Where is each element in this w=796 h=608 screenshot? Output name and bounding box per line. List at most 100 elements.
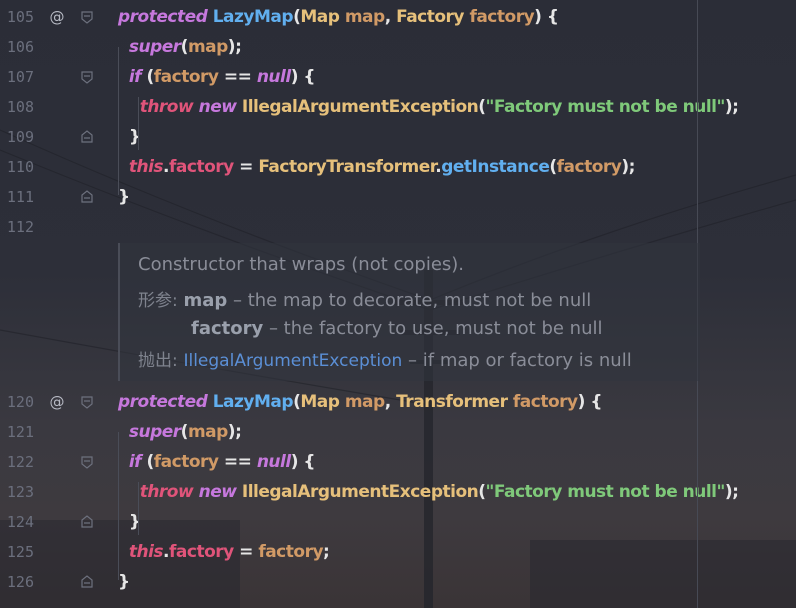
code-token: LazyMap bbox=[212, 392, 294, 412]
code-token: throw bbox=[139, 97, 194, 117]
code-token: ( bbox=[478, 482, 486, 502]
code-text[interactable]: super(map); bbox=[118, 417, 242, 447]
code-token: super bbox=[128, 422, 181, 442]
code-text[interactable]: } bbox=[118, 182, 130, 212]
code-line[interactable]: 108 throw new IllegalArgumentException("… bbox=[0, 92, 796, 122]
fold-close-icon[interactable] bbox=[80, 575, 94, 589]
code-token: ); bbox=[227, 37, 242, 57]
code-token: ; bbox=[323, 542, 330, 562]
line-number: 120 bbox=[6, 393, 34, 411]
code-text[interactable]: this.factory = factory; bbox=[118, 537, 330, 567]
code-line[interactable]: 121 super(map); bbox=[0, 417, 796, 447]
code-token: Map bbox=[300, 7, 340, 27]
line-number: 112 bbox=[6, 218, 34, 236]
code-token: factory bbox=[258, 542, 324, 562]
line-number: 108 bbox=[6, 98, 34, 116]
code-text[interactable]: throw new IllegalArgumentException("Fact… bbox=[118, 92, 739, 122]
fold-open-icon[interactable] bbox=[80, 455, 94, 469]
fold-close-icon[interactable] bbox=[80, 130, 94, 144]
code-line[interactable]: 107 if (factory == null) { bbox=[0, 62, 796, 92]
doc-param-row: factory – the factory to use, must not b… bbox=[191, 315, 602, 343]
code-text[interactable]: throw new IllegalArgumentException("Fact… bbox=[118, 477, 739, 507]
code-line[interactable]: 125 this.factory = factory; bbox=[0, 537, 796, 567]
doc-throws-link[interactable]: IllegalArgumentException bbox=[183, 351, 402, 371]
code-token: FactoryTransformer bbox=[258, 157, 436, 177]
doc-params-label: 形参: bbox=[138, 291, 178, 311]
code-token: factory bbox=[469, 7, 535, 27]
code-token: ) { bbox=[534, 7, 559, 27]
code-token: map bbox=[187, 37, 228, 57]
code-token: if bbox=[128, 452, 142, 472]
line-number: 109 bbox=[6, 128, 34, 146]
override-annotation-icon[interactable]: @ bbox=[46, 387, 68, 417]
code-text[interactable]: protected LazyMap(Map map, Transformer f… bbox=[118, 387, 602, 417]
code-token: ) { bbox=[290, 452, 316, 472]
code-line[interactable]: 122 if (factory == null) { bbox=[0, 447, 796, 477]
indent-guide bbox=[118, 432, 119, 580]
line-number: 121 bbox=[6, 423, 34, 441]
javadoc-render-block: Constructor that wraps (not copies). 形参:… bbox=[118, 243, 700, 381]
code-token: = bbox=[233, 157, 259, 177]
line-number: 122 bbox=[6, 453, 34, 471]
doc-param-factory-desc: – the factory to use, must not be null bbox=[263, 318, 603, 339]
code-token: ) { bbox=[577, 392, 603, 412]
code-line[interactable]: 110 this.factory = FactoryTransformer.ge… bbox=[0, 152, 796, 182]
code-token: null bbox=[256, 67, 291, 87]
code-text[interactable]: if (factory == null) { bbox=[118, 62, 316, 92]
code-text[interactable]: super(map); bbox=[118, 32, 242, 62]
code-token: ( bbox=[478, 97, 486, 117]
doc-throws-desc: – if map or factory is null bbox=[402, 350, 632, 371]
code-token: ( bbox=[180, 37, 189, 57]
code-token: IllegalArgumentException bbox=[241, 482, 479, 502]
code-token: new bbox=[198, 482, 237, 502]
code-token: throw bbox=[139, 482, 194, 502]
line-number: 123 bbox=[6, 483, 34, 501]
fold-close-icon[interactable] bbox=[80, 190, 94, 204]
code-token: map bbox=[187, 422, 228, 442]
code-token: , bbox=[384, 7, 397, 27]
code-line[interactable]: 105 @ protected LazyMap(Map map, Factory f… bbox=[0, 2, 796, 32]
code-token: "Factory must not be null" bbox=[485, 482, 726, 502]
code-line[interactable]: 123 throw new IllegalArgumentException("… bbox=[0, 477, 796, 507]
code-token: protected bbox=[118, 392, 208, 412]
code-line[interactable]: 126} bbox=[0, 567, 796, 597]
code-token: factory bbox=[512, 392, 578, 412]
code-token: super bbox=[128, 37, 181, 57]
code-token: ( bbox=[180, 422, 189, 442]
code-line[interactable]: 111} bbox=[0, 182, 796, 212]
code-token: LazyMap bbox=[212, 7, 294, 27]
fold-close-icon[interactable] bbox=[80, 515, 94, 529]
code-token: } bbox=[118, 187, 130, 207]
code-line[interactable]: 124 } bbox=[0, 507, 796, 537]
code-token: ( bbox=[141, 452, 154, 472]
code-token: ); bbox=[724, 482, 739, 502]
code-line[interactable]: 120 @ protected LazyMap(Map map, Transform… bbox=[0, 387, 796, 417]
override-annotation-icon[interactable]: @ bbox=[46, 2, 68, 32]
line-number: 111 bbox=[6, 188, 34, 206]
indent-guide bbox=[118, 47, 119, 195]
fold-open-icon[interactable] bbox=[80, 395, 94, 409]
line-number: 105 bbox=[6, 8, 34, 26]
code-token: = bbox=[233, 542, 259, 562]
fold-open-icon[interactable] bbox=[80, 10, 94, 24]
doc-param-map-desc: – the map to decorate, must not be null bbox=[227, 290, 592, 311]
code-text[interactable]: if (factory == null) { bbox=[118, 447, 316, 477]
code-token: factory bbox=[153, 67, 219, 87]
code-token: protected bbox=[118, 7, 208, 27]
code-line[interactable]: 112 bbox=[0, 212, 796, 242]
code-line[interactable]: 109 } bbox=[0, 122, 796, 152]
code-token: map bbox=[344, 7, 385, 27]
code-token: factory bbox=[169, 542, 234, 562]
code-token: , bbox=[384, 392, 397, 412]
code-token: "Factory must not be null" bbox=[485, 97, 726, 117]
code-line[interactable]: 106 super(map); bbox=[0, 32, 796, 62]
fold-open-icon[interactable] bbox=[80, 70, 94, 84]
code-token: factory bbox=[169, 157, 234, 177]
line-number: 110 bbox=[6, 158, 34, 176]
code-text[interactable]: this.factory = FactoryTransformer.getIns… bbox=[118, 152, 636, 182]
code-text[interactable]: } bbox=[118, 567, 130, 597]
code-text[interactable]: protected LazyMap(Map map, Factory facto… bbox=[118, 2, 559, 32]
